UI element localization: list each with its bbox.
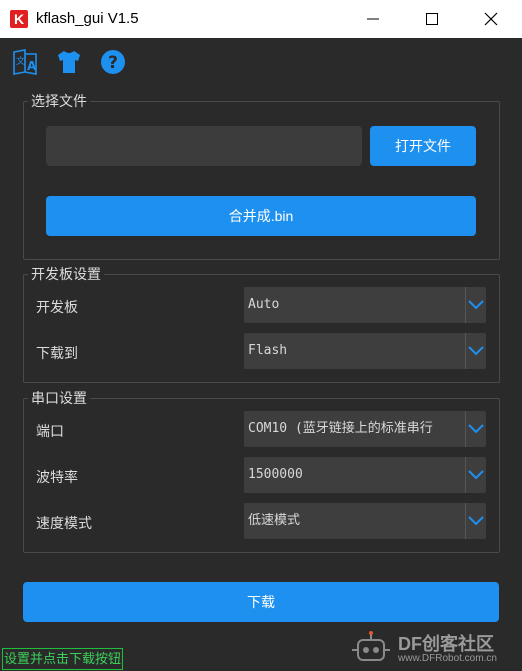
chevron-down-icon [468, 516, 484, 526]
serial-group-title: 串口设置 [28, 389, 90, 407]
title-bar: K kflash_gui V1.5 [0, 0, 522, 38]
target-select[interactable]: Flash [244, 333, 486, 369]
status-message: 设置并点击下载按钮 [2, 648, 124, 670]
open-file-button[interactable]: 打开文件 [370, 126, 476, 166]
language-button[interactable]: 文 A [11, 48, 39, 76]
serial-settings-group: 串口设置 端口 COM10 (蓝牙链接上的标准串行 波特率 1500000 速度… [23, 389, 500, 553]
svg-text:文: 文 [16, 55, 25, 67]
skin-button[interactable] [55, 48, 83, 76]
chevron-down-icon [468, 424, 484, 434]
minimize-button[interactable] [344, 0, 402, 38]
speed-mode-select[interactable]: 低速模式 [244, 503, 486, 539]
window-title: kflash_gui V1.5 [36, 10, 139, 27]
board-label: 开发板 [36, 299, 78, 315]
speed-mode-label: 速度模式 [36, 515, 92, 531]
minimize-icon [367, 18, 379, 20]
board-select-value: Auto [248, 297, 280, 312]
port-select[interactable]: COM10 (蓝牙链接上的标准串行 [244, 411, 486, 447]
file-path-input[interactable] [46, 126, 362, 166]
svg-text:A: A [27, 59, 37, 73]
port-label: 端口 [36, 423, 64, 439]
board-group-title: 开发板设置 [28, 265, 104, 283]
board-settings-group: 开发板设置 开发板 Auto 下载到 Flash [23, 265, 500, 383]
robot-logo-icon [352, 631, 390, 661]
language-icon: 文 A [13, 49, 37, 75]
maximize-button[interactable] [403, 0, 461, 38]
board-select[interactable]: Auto [244, 287, 486, 323]
close-button[interactable] [462, 0, 520, 38]
help-button[interactable]: ? [99, 48, 127, 76]
app-logo-icon: K [10, 10, 28, 28]
speed-mode-select-dropdown[interactable] [465, 503, 486, 539]
watermark: DF创客社区 www.DFRobot.com.cn [348, 628, 520, 668]
chevron-down-icon [468, 346, 484, 356]
maximize-icon [426, 13, 438, 25]
port-select-value: COM10 (蓝牙链接上的标准串行 [248, 421, 433, 436]
file-group-title: 选择文件 [28, 92, 90, 110]
target-select-dropdown[interactable] [465, 333, 486, 369]
baudrate-select-dropdown[interactable] [465, 457, 486, 493]
baudrate-select-value: 1500000 [248, 467, 303, 482]
svg-text:?: ? [108, 53, 118, 73]
merge-bin-button[interactable]: 合并成.bin [46, 196, 476, 236]
close-icon [484, 12, 498, 26]
baudrate-label: 波特率 [36, 469, 78, 485]
app-logo-letter: K [13, 11, 25, 27]
file-group: 选择文件 打开文件 合并成.bin [23, 92, 500, 260]
shirt-icon [58, 51, 80, 73]
chevron-down-icon [468, 470, 484, 480]
port-select-dropdown[interactable] [465, 411, 486, 447]
speed-mode-select-value: 低速模式 [248, 513, 301, 528]
baudrate-select[interactable]: 1500000 [244, 457, 486, 493]
target-label: 下载到 [36, 345, 78, 361]
help-icon: ? [101, 50, 125, 74]
board-select-dropdown[interactable] [465, 287, 486, 323]
download-button[interactable]: 下载 [23, 582, 499, 622]
watermark-url: www.DFRobot.com.cn [398, 653, 497, 664]
chevron-down-icon [468, 300, 484, 310]
target-select-value: Flash [248, 343, 288, 358]
